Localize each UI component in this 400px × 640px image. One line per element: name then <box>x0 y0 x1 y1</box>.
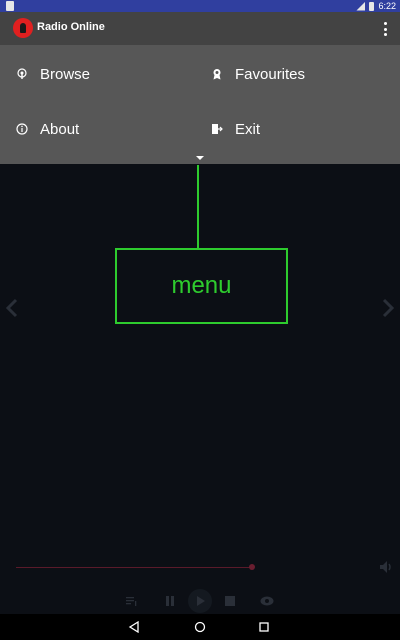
microphone-logo-icon <box>13 18 33 38</box>
menu-item-label: Favourites <box>235 65 306 83</box>
menu-item-browse[interactable]: Browse <box>16 59 90 89</box>
annotation-text: menu <box>171 272 232 299</box>
menu-panel: Browse Favourites About Exit <box>0 45 400 164</box>
volume-icon[interactable] <box>378 559 394 575</box>
back-icon[interactable] <box>128 621 140 633</box>
caret-down-icon[interactable] <box>196 156 204 160</box>
play-icon <box>188 589 212 613</box>
more-vert-icon[interactable] <box>380 22 390 36</box>
pause-icon[interactable] <box>164 588 176 614</box>
menu-item-label: About <box>40 120 80 138</box>
battery-icon <box>369 1 375 11</box>
exit-door-icon <box>211 123 223 135</box>
stop-icon[interactable] <box>224 588 236 614</box>
annotation-connector <box>197 165 199 249</box>
status-bar-right: 6:22 <box>356 0 396 12</box>
menu-item-label: Exit <box>235 120 261 138</box>
chevron-right-icon[interactable] <box>382 298 394 318</box>
recent-apps-icon[interactable] <box>258 621 270 633</box>
eye-icon[interactable] <box>260 588 274 614</box>
signal-icon <box>356 1 366 11</box>
info-icon <box>16 123 28 135</box>
queue-icon[interactable] <box>126 588 138 614</box>
chevron-left-icon[interactable] <box>6 298 18 318</box>
award-icon <box>211 68 223 80</box>
system-nav-bar <box>0 614 400 640</box>
play-button[interactable] <box>187 588 213 614</box>
progress-thumb[interactable] <box>249 564 255 570</box>
podcast-icon <box>16 68 28 80</box>
status-time: 6:22 <box>378 1 396 11</box>
app-title: Radio Online <box>37 21 105 33</box>
progress-bar[interactable] <box>16 567 252 568</box>
menu-item-about[interactable]: About <box>16 114 79 144</box>
home-icon[interactable] <box>194 621 206 633</box>
player-controls <box>0 588 400 614</box>
menu-item-exit[interactable]: Exit <box>211 114 260 144</box>
app-toolbar: Radio Online <box>0 12 400 45</box>
menu-item-label: Browse <box>40 65 91 83</box>
status-bar: 6:22 <box>0 0 400 12</box>
menu-item-favourites[interactable]: Favourites <box>211 59 305 89</box>
notification-icon <box>6 1 14 11</box>
annotation-label: menu <box>115 248 288 324</box>
